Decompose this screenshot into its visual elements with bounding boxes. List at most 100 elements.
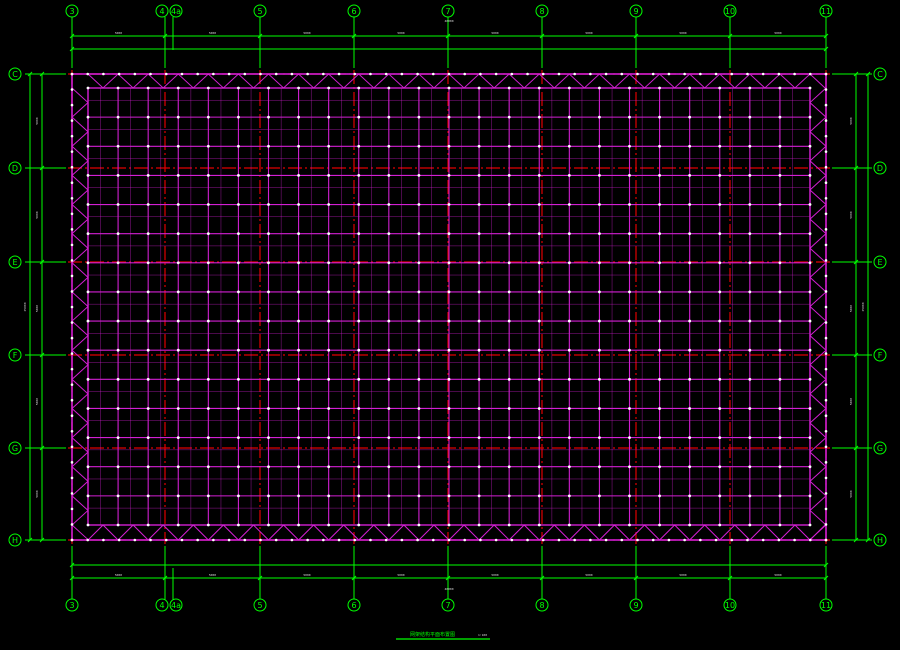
- edge-node: [337, 72, 341, 76]
- truss-node: [628, 523, 631, 527]
- axis-bubble-E: E: [873, 255, 887, 269]
- truss-node: [146, 86, 150, 90]
- truss-node: [146, 203, 150, 206]
- axis-bubble-6: 6: [347, 598, 361, 612]
- truss-node: [86, 319, 90, 323]
- truss-node: [237, 144, 240, 148]
- truss-node: [567, 319, 571, 323]
- truss-node: [567, 465, 571, 469]
- drawing-scale: 1:100: [478, 633, 487, 637]
- truss-node: [477, 523, 481, 527]
- edge-node: [824, 165, 828, 169]
- edge-node: [243, 72, 247, 76]
- edge-node: [824, 119, 828, 122]
- truss-node: [507, 494, 511, 498]
- truss-node: [146, 523, 150, 527]
- truss-node: [658, 261, 661, 265]
- truss-node: [598, 232, 601, 236]
- truss-node: [297, 494, 300, 498]
- edge-node: [777, 72, 781, 76]
- truss-node: [507, 348, 511, 352]
- edge-node: [824, 305, 828, 309]
- truss-node: [237, 377, 240, 381]
- truss-node: [327, 115, 331, 119]
- truss-node: [206, 174, 210, 177]
- truss-node: [537, 319, 541, 323]
- top-dim-label: 5000: [209, 31, 216, 35]
- truss-node: [507, 319, 511, 323]
- truss-node: [658, 203, 661, 206]
- truss-node: [658, 115, 661, 119]
- truss-node: [598, 203, 601, 206]
- truss-node: [447, 436, 451, 439]
- edge-node: [494, 72, 498, 76]
- axis-bubble-label: 7: [445, 601, 450, 610]
- edge-node: [573, 538, 576, 542]
- truss-node: [146, 261, 150, 265]
- truss-node: [176, 465, 180, 469]
- truss-node: [297, 377, 300, 381]
- truss-node: [387, 174, 391, 177]
- truss-node: [237, 523, 240, 527]
- top-dim-label: 5000: [397, 31, 404, 35]
- truss-node: [598, 377, 601, 381]
- truss-node: [387, 348, 391, 352]
- edge-node: [70, 492, 74, 495]
- truss-node: [237, 348, 240, 352]
- edge-node: [70, 134, 74, 138]
- truss-node: [567, 232, 571, 236]
- axis-bubble-C: C: [8, 67, 22, 81]
- edge-node: [274, 72, 278, 76]
- edge-node: [651, 72, 655, 76]
- truss-node: [267, 348, 270, 352]
- edge-node: [70, 367, 74, 371]
- truss-node: [146, 115, 150, 119]
- truss-node: [387, 319, 391, 323]
- truss-node: [477, 144, 481, 148]
- truss-node: [688, 319, 692, 323]
- truss-node: [808, 144, 812, 148]
- edge-node: [746, 72, 749, 76]
- edge-node: [463, 538, 467, 542]
- truss-node: [387, 407, 391, 410]
- truss-node: [808, 319, 812, 323]
- edge-node: [824, 196, 828, 200]
- truss-node: [267, 523, 270, 527]
- edge-node: [824, 507, 828, 511]
- edge-node: [620, 72, 624, 76]
- truss-node: [327, 86, 331, 90]
- truss-node: [267, 115, 270, 119]
- truss-node: [327, 261, 331, 265]
- truss-node: [628, 319, 631, 323]
- truss-node: [658, 290, 661, 294]
- truss-node: [507, 377, 511, 381]
- truss-node: [688, 348, 692, 352]
- truss-node: [146, 407, 150, 410]
- truss-node: [387, 261, 391, 265]
- truss-node: [357, 115, 361, 119]
- axis-bubble-3: 3: [65, 4, 79, 18]
- truss-node: [176, 144, 180, 148]
- truss-node: [327, 144, 331, 148]
- edge-node: [557, 538, 561, 542]
- edge-node: [196, 72, 199, 76]
- truss-node: [688, 494, 692, 498]
- truss-node: [628, 290, 631, 294]
- edge-node: [824, 492, 828, 495]
- edge-node: [384, 72, 388, 76]
- truss-node: [808, 261, 812, 265]
- bottom-dim-label: 5000: [585, 573, 592, 577]
- edge-node: [808, 538, 812, 542]
- truss-node: [778, 436, 782, 439]
- truss-node: [206, 494, 210, 498]
- edge-node: [227, 72, 231, 76]
- edge-node: [384, 538, 388, 542]
- edge-node: [70, 476, 74, 480]
- axis-bubble-7: 7: [441, 4, 455, 18]
- truss-node: [718, 523, 722, 527]
- edge-node: [463, 72, 467, 76]
- truss-node: [327, 319, 331, 323]
- axis-bubble-F: F: [8, 348, 22, 362]
- axis-bubble-label: 3: [69, 7, 74, 16]
- edge-node: [824, 72, 828, 76]
